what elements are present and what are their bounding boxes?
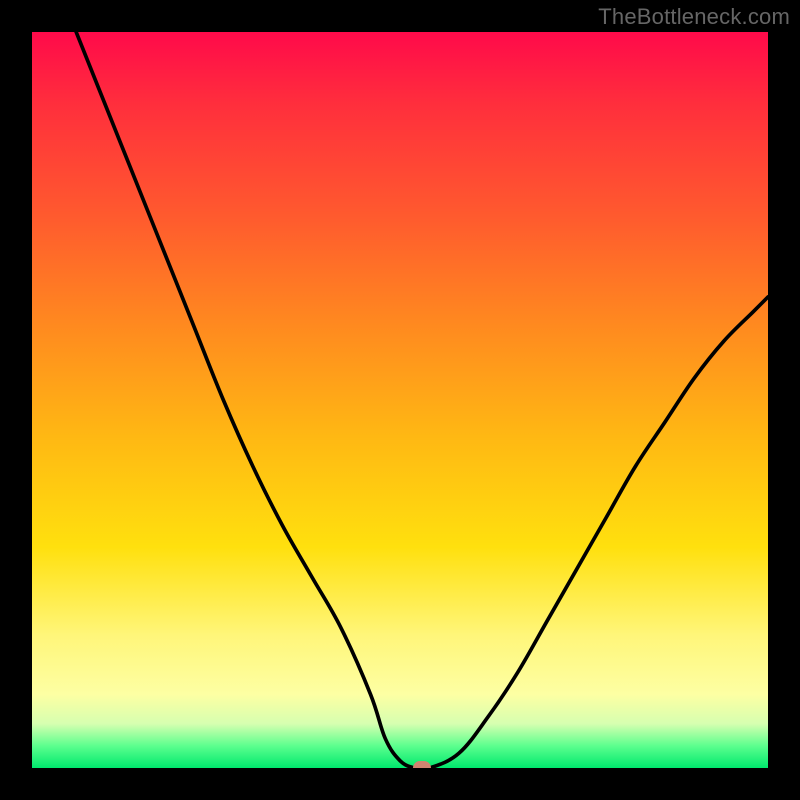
plot-area xyxy=(32,32,768,768)
chart-frame: TheBottleneck.com xyxy=(0,0,800,800)
bottleneck-curve xyxy=(76,32,768,768)
curve-layer xyxy=(32,32,768,768)
optimal-point-marker xyxy=(413,761,431,768)
watermark-text: TheBottleneck.com xyxy=(598,4,790,30)
